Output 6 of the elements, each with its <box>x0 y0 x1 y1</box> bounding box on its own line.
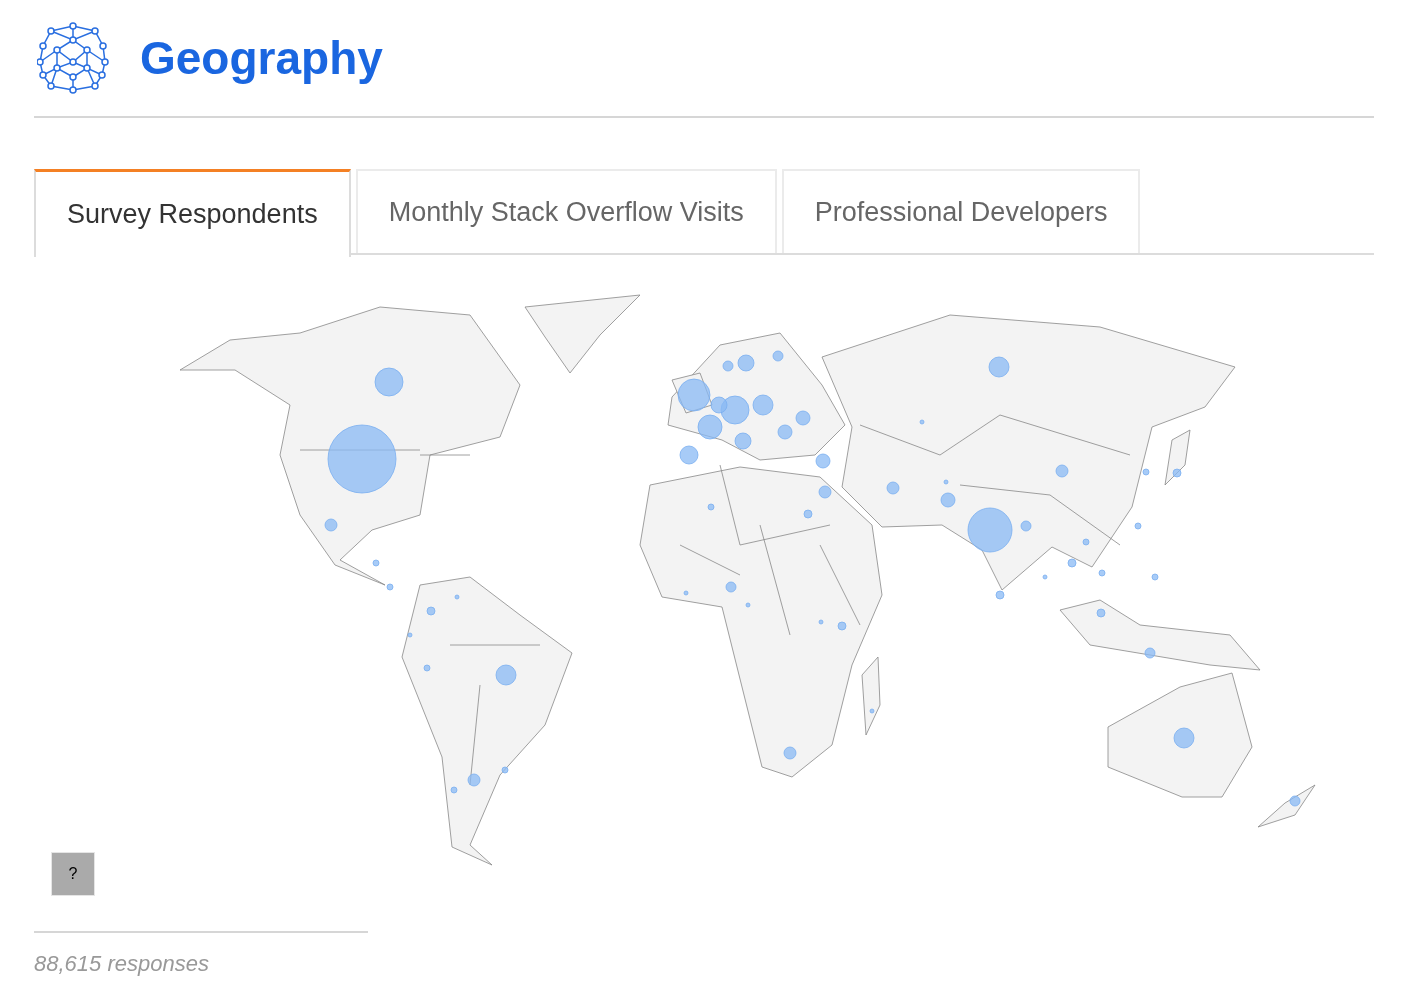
tab[interactable]: Monthly Stack Overflow Visits <box>355 169 777 253</box>
response-count: 88,615 responses <box>34 950 210 978</box>
network-icon <box>37 22 109 94</box>
help-button[interactable]: ? <box>51 852 95 896</box>
tab[interactable]: Professional Developers <box>781 169 1141 253</box>
tab[interactable]: Survey Respondents <box>34 169 351 257</box>
